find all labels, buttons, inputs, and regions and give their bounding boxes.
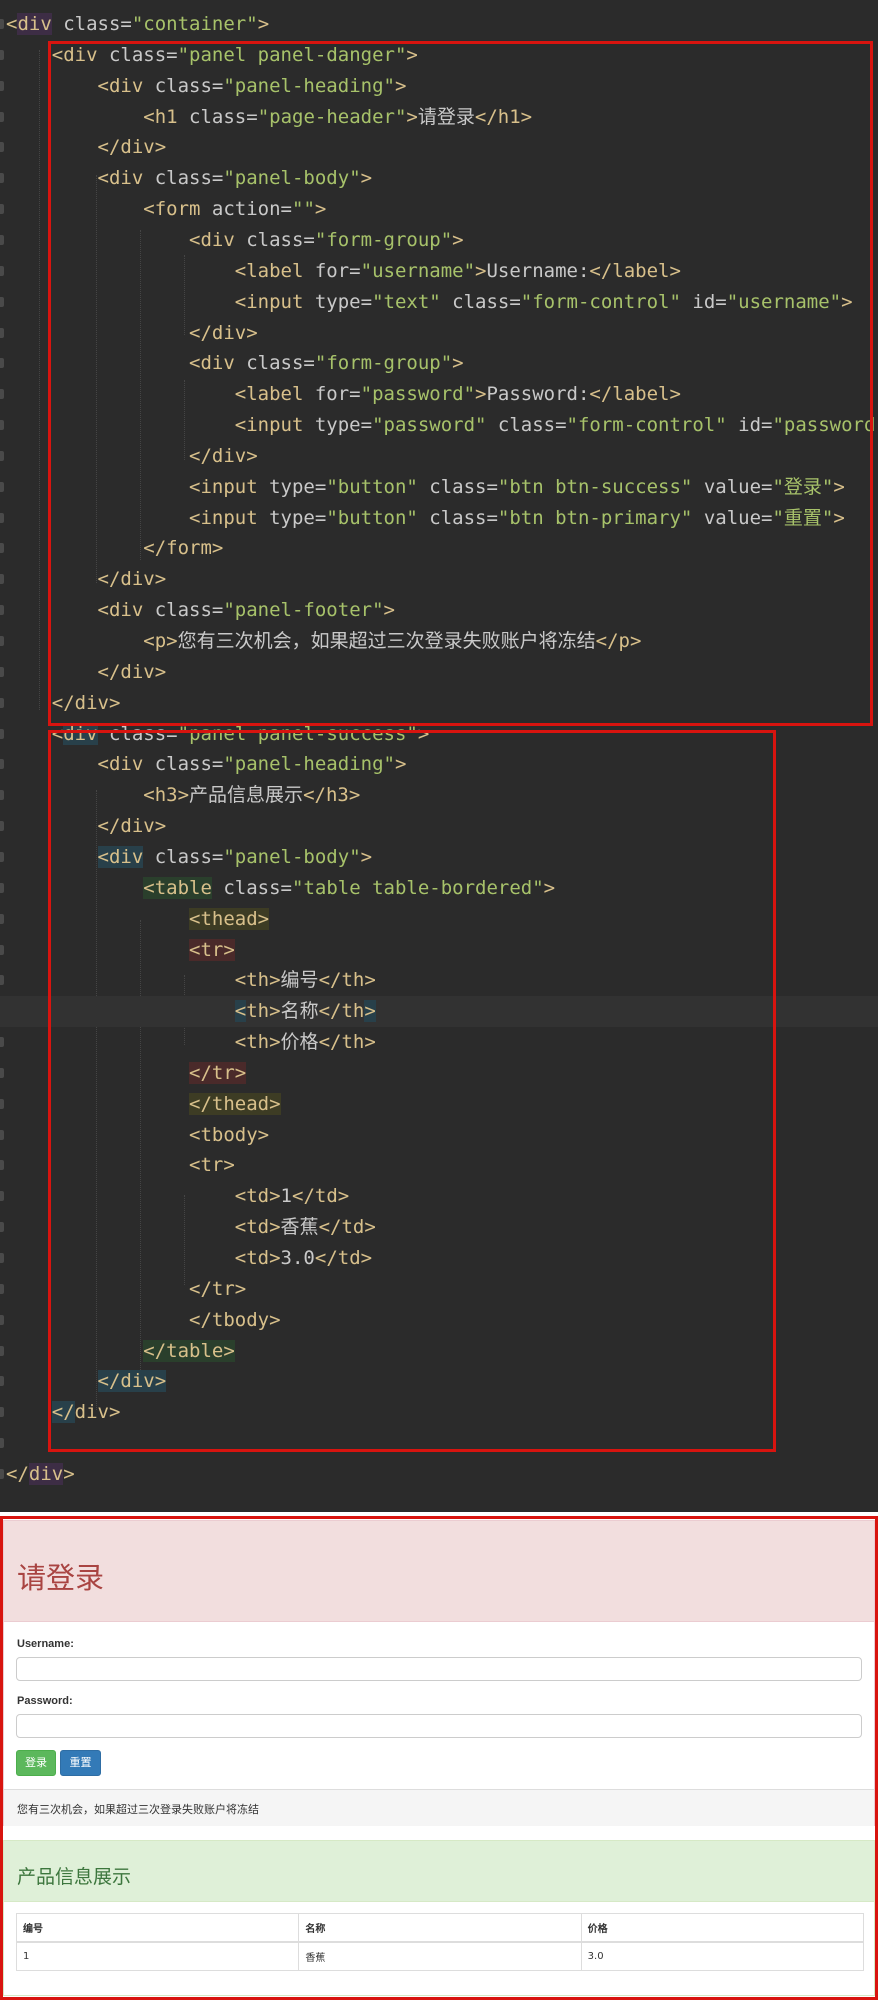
browser-preview: 请登录 Username: Password: 登录 重置 您有三次机会，如果超… xyxy=(0,1516,878,2006)
code-token: </ xyxy=(6,1462,29,1485)
login-panel-heading: 请登录 xyxy=(4,1521,874,1622)
password-label: Password: xyxy=(17,1695,73,1707)
product-panel: 产品信息展示 编号 名称 价格 1 香蕉 3.0 xyxy=(3,1840,875,1996)
cell-price: 3.0 xyxy=(580,1941,865,1971)
code-token: > xyxy=(63,1462,75,1485)
product-title: 产品信息展示 xyxy=(17,1866,132,1888)
product-panel-heading: 产品信息展示 xyxy=(4,1841,874,1902)
code-token: div xyxy=(17,13,52,35)
cell-id: 1 xyxy=(15,1941,300,1971)
code-editor[interactable]: <div class="container"> <div class="pane… xyxy=(0,0,878,1512)
code-line[interactable]: <div class="container"> xyxy=(0,9,878,40)
column-header-id: 编号 xyxy=(15,1913,300,1943)
code-token: div xyxy=(28,1462,64,1485)
login-panel-footer: 您有三次机会，如果超过三次登录失败账户将冻结 xyxy=(4,1789,874,1826)
code-token: class= xyxy=(51,13,132,35)
code-token: < xyxy=(6,13,18,35)
column-header-price: 价格 xyxy=(580,1913,865,1943)
table-row: 1 香蕉 3.0 xyxy=(15,1941,865,1971)
login-title: 请登录 xyxy=(17,1561,105,1595)
username-label: Username: xyxy=(17,1638,74,1650)
login-panel: 请登录 Username: Password: 登录 重置 您有三次机会，如果超… xyxy=(3,1520,875,1826)
highlight-box-product-panel-code xyxy=(48,730,776,1452)
password-input[interactable] xyxy=(16,1714,862,1738)
code-token: > xyxy=(257,13,270,35)
login-warning-text: 您有三次机会，如果超过三次登录失败账户将冻结 xyxy=(17,1803,259,1816)
table-header-row: 编号 名称 价格 xyxy=(15,1913,865,1943)
code-line[interactable]: </div> xyxy=(0,1459,878,1490)
username-input[interactable] xyxy=(16,1657,862,1681)
column-header-name: 名称 xyxy=(298,1913,582,1943)
highlight-box-login-panel-code xyxy=(48,41,873,726)
reset-button[interactable]: 重置 xyxy=(60,1750,101,1776)
product-table: 编号 名称 价格 1 香蕉 3.0 xyxy=(15,1913,865,1971)
code-token: "container" xyxy=(131,13,258,35)
cell-name: 香蕉 xyxy=(298,1941,582,1971)
login-button[interactable]: 登录 xyxy=(16,1750,56,1776)
